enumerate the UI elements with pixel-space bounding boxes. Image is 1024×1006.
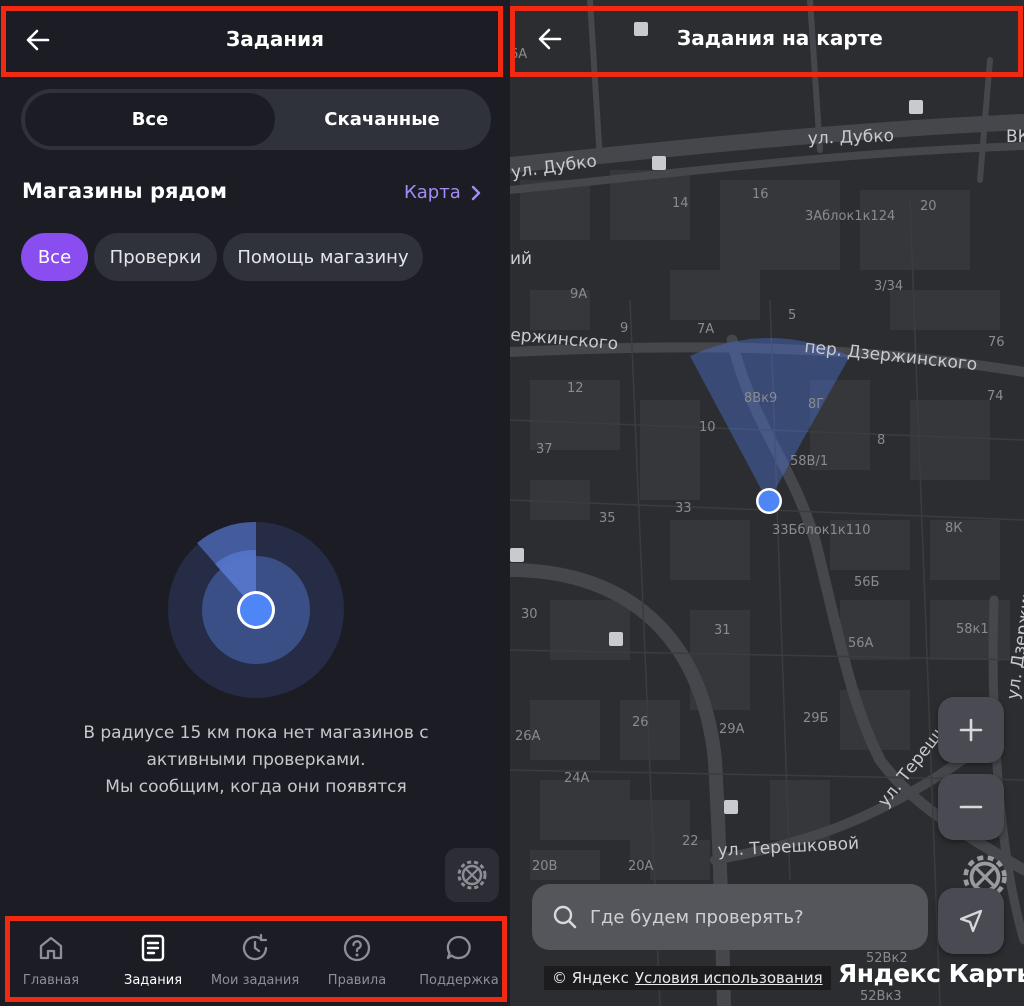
tools-settings-button[interactable] [445, 848, 499, 902]
map-canvas[interactable]: ул. Дубко ул. Дубко пер. Дзержинского ер… [510, 0, 1024, 1006]
svg-text:24А: 24А [564, 771, 590, 786]
zoom-out-button[interactable] [938, 774, 1004, 840]
svg-text:3/34: 3/34 [874, 279, 903, 294]
svg-text:58к1: 58к1 [956, 622, 989, 637]
tab-tasks[interactable]: Задания [102, 920, 204, 1006]
svg-text:5: 5 [788, 308, 796, 323]
tasks-map-screen: ул. Дубко ул. Дубко пер. Дзержинского ер… [510, 0, 1024, 1006]
svg-text:8: 8 [877, 433, 885, 448]
svg-text:37: 37 [536, 442, 553, 457]
svg-text:74: 74 [987, 389, 1004, 404]
section-title: Магазины рядом [22, 179, 228, 203]
home-icon [39, 936, 63, 960]
bottom-tab-bar: Главная Задания Мои задания Правила Подд… [0, 920, 510, 1006]
svg-text:9: 9 [620, 321, 628, 336]
page-title: Задания на карте [677, 26, 883, 50]
empty-line-3: Мы сообщим, когда они появятся [105, 777, 407, 797]
svg-text:56А: 56А [848, 636, 874, 651]
svg-text:7А: 7А [697, 322, 714, 337]
history-clock-icon [242, 933, 268, 961]
svg-text:31: 31 [714, 623, 731, 638]
tab-my-tasks[interactable]: Мои задания [204, 920, 306, 1006]
svg-text:20В: 20В [532, 859, 557, 874]
zoom-in-button[interactable] [938, 697, 1004, 763]
svg-text:ий: ий [510, 249, 532, 269]
svg-text:76: 76 [988, 335, 1005, 350]
svg-text:22: 22 [682, 834, 699, 849]
map-attribution: © Яндекс Условия использования [544, 966, 831, 990]
terms-link[interactable]: Условия использования [635, 969, 823, 987]
tab-label: Поддержка [419, 973, 499, 988]
svg-text:12: 12 [567, 381, 584, 396]
svg-text:58В/1: 58В/1 [790, 454, 828, 469]
svg-text:30: 30 [521, 607, 538, 622]
tab-label: Главная [22, 973, 80, 988]
chevron-right-icon [471, 185, 480, 200]
chat-bubble-icon [446, 935, 471, 960]
page-title: Задания [226, 27, 325, 51]
chip-all[interactable]: Все [21, 233, 88, 281]
svg-text:26А: 26А [515, 729, 541, 744]
svg-text:8К: 8К [945, 521, 963, 536]
search-icon [553, 905, 577, 929]
svg-text:29Б: 29Б [803, 711, 828, 726]
tasks-screen: Задания Все Скачанные Магазины рядом Кар… [0, 0, 510, 1006]
my-location-button[interactable] [938, 888, 1004, 954]
question-icon [343, 934, 371, 962]
svg-text:33: 33 [675, 501, 692, 516]
svg-text:14: 14 [672, 196, 689, 211]
document-icon [141, 934, 165, 962]
map-link[interactable]: Карта [404, 182, 481, 203]
navigation-arrow-icon [959, 909, 983, 933]
svg-text:35: 35 [599, 511, 616, 526]
map-link-label: Карта [404, 182, 461, 203]
svg-text:10: 10 [699, 420, 716, 435]
svg-text:56Б: 56Б [854, 575, 879, 590]
tab-label: Задания [123, 973, 183, 988]
segment-control: Все Скачанные [21, 89, 491, 150]
svg-text:9А: 9А [570, 287, 587, 302]
back-arrow-icon[interactable] [24, 26, 52, 54]
chip-store-help[interactable]: Помощь магазину [223, 233, 423, 281]
tab-label: Правила [327, 973, 387, 988]
tab-label: Мои задания [210, 973, 300, 988]
search-placeholder: Где будем проверять? [590, 906, 804, 928]
svg-text:33Бблок1к110: 33Бблок1к110 [772, 523, 871, 538]
copyright-text: © Яндекс [552, 969, 629, 987]
svg-text:8Вк9: 8Вк9 [744, 391, 777, 406]
minus-icon [959, 805, 983, 809]
search-bar[interactable]: Где будем проверять? [532, 884, 928, 950]
svg-text:ул. Дубко: ул. Дубко [807, 126, 894, 149]
tab-home[interactable]: Главная [0, 920, 102, 1006]
svg-text:26: 26 [632, 715, 649, 730]
empty-line-1: В радиусе 15 км пока нет магазинов с [83, 723, 429, 743]
svg-text:6А: 6А [510, 47, 527, 62]
segment-all[interactable]: Все [25, 93, 275, 146]
svg-text:20А: 20А [628, 859, 654, 874]
tab-support[interactable]: Поддержка [408, 920, 510, 1006]
segment-downloaded[interactable]: Скачанные [277, 93, 487, 146]
svg-text:ВК: ВК [1006, 127, 1024, 147]
plus-icon [959, 718, 983, 742]
svg-text:16: 16 [752, 187, 769, 202]
chip-checks[interactable]: Проверки [94, 233, 217, 281]
empty-state-text: В радиусе 15 км пока нет магазинов с акт… [40, 720, 472, 801]
empty-line-2: активными проверками. [146, 750, 366, 770]
radar-illustration [168, 521, 344, 698]
back-arrow-icon[interactable] [536, 25, 564, 53]
gear-tools-icon [457, 860, 487, 890]
yandex-maps-logo: Яндекс Карты [838, 959, 1024, 988]
svg-text:52Вк3: 52Вк3 [860, 989, 902, 1004]
svg-text:3Аблок1к124: 3Аблок1к124 [805, 209, 895, 224]
tab-rules[interactable]: Правила [306, 920, 408, 1006]
svg-text:8Г: 8Г [808, 397, 824, 412]
svg-text:20: 20 [920, 199, 937, 214]
svg-text:29А: 29А [719, 722, 745, 737]
